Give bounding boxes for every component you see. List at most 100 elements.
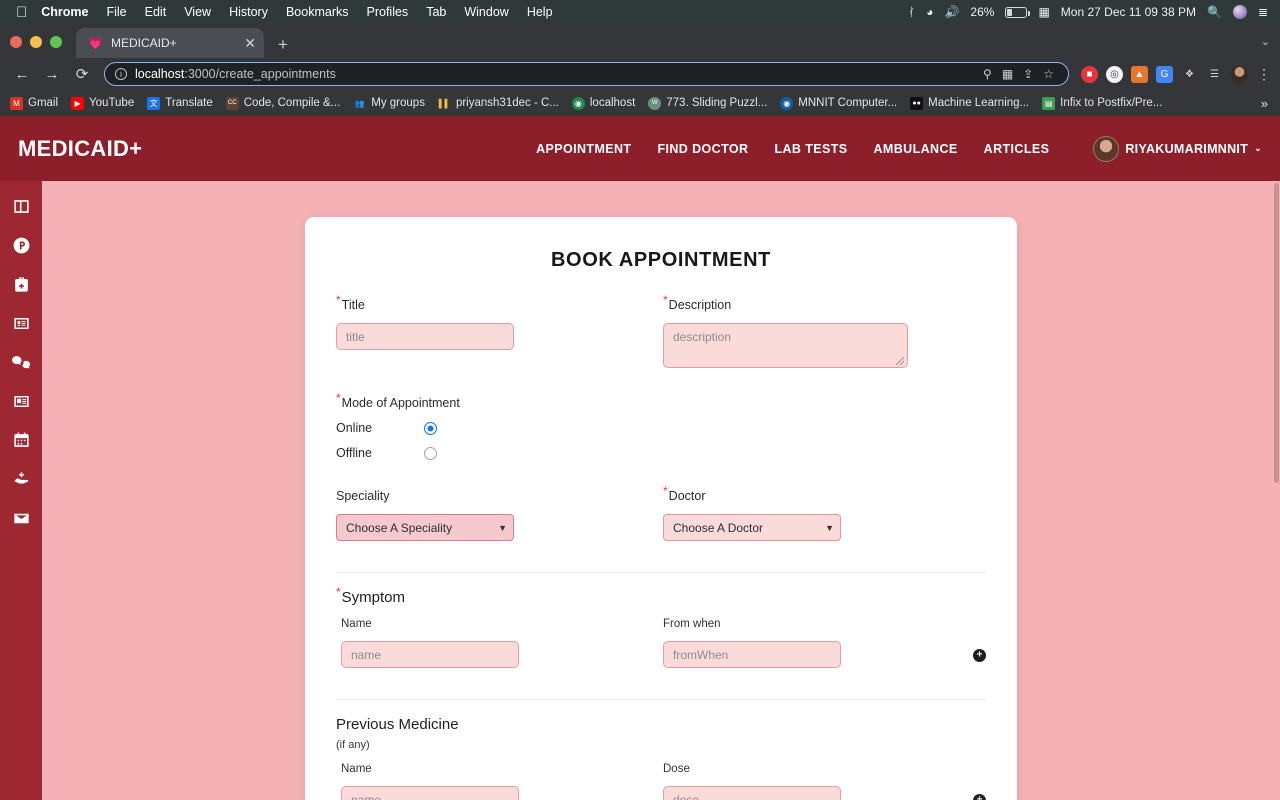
mode-option-online[interactable]: Online [336,421,986,435]
extension-playlist-icon[interactable]: ☰ [1206,65,1223,83]
book-appointment-card: BOOK APPOINTMENT *Title title *Descripti… [305,217,1017,800]
extension-puzzle-icon[interactable]: ❖ [1181,65,1198,83]
extension-target-icon[interactable]: ◎ [1106,65,1123,83]
radio-online[interactable] [424,421,437,435]
description-textarea[interactable]: description [663,323,908,368]
page-scrollbar[interactable] [1273,181,1280,800]
screen-capture-icon[interactable]: ▦ [1038,5,1049,19]
youtube-icon: ▶ [71,96,85,110]
nav-link-appointment[interactable]: APPOINTMENT [536,142,631,156]
apple-menu-icon[interactable]:  [16,5,27,20]
site-logo[interactable]: MEDICAID+ [18,136,142,162]
dashboard-columns-icon[interactable] [10,195,32,217]
news-article-icon[interactable] [10,390,32,412]
address-bar[interactable]: i localhost:3000/create_appointments ⚲ ▦… [104,62,1069,86]
volume-icon[interactable]: 🔊 [944,5,959,19]
medicine-dose-input[interactable]: dose [663,786,841,800]
nav-link-lab-tests[interactable]: LAB TESTS [774,142,847,156]
site-info-icon[interactable]: i [115,68,127,80]
menu-item-view[interactable]: View [184,5,211,19]
forward-button[interactable]: → [38,67,66,82]
wifi-icon[interactable]: ◕ [926,5,933,19]
mode-option-offline[interactable]: Offline [336,446,986,460]
minimize-window-button[interactable] [30,36,42,48]
bookmark-item[interactable]: ▶ YouTube [71,96,134,110]
symptom-heading: *Symptom [336,586,986,606]
bookmark-item[interactable]: ●● Machine Learning... [910,96,1029,110]
share-icon[interactable]: ⇪ [1023,67,1033,81]
menu-item-edit[interactable]: Edit [145,5,167,19]
medicine-name-input[interactable]: name [341,786,519,800]
radio-offline[interactable] [424,446,437,460]
new-tab-button[interactable]: + [278,36,288,53]
nav-link-articles[interactable]: ARTICLES [984,142,1050,156]
scrollbar-thumb[interactable] [1274,183,1279,483]
close-tab-button[interactable]: ✕ [244,36,256,50]
bookmark-item[interactable]: W 773. Sliding Puzzl... [648,96,767,110]
chrome-menu-button[interactable]: ⋮ [1256,66,1272,83]
close-window-button[interactable] [10,36,22,48]
extension-fox-icon[interactable]: ▲ [1131,65,1148,83]
bookmark-item[interactable]: 👥 My groups [353,96,425,110]
symptom-fromwhen-input[interactable]: fromWhen [663,641,841,668]
title-label-text: Title [341,298,365,312]
medical-bag-icon[interactable] [10,273,32,295]
profile-avatar-icon[interactable] [1231,65,1248,83]
menu-item-window[interactable]: Window [464,5,508,19]
bookmark-star-icon[interactable]: ☆ [1043,67,1054,81]
user-menu[interactable]: RIYAKUMARIMNNIT ⌄ [1093,135,1262,162]
menu-item-file[interactable]: File [106,5,126,19]
envelope-mail-icon[interactable] [10,507,32,529]
bookmark-item[interactable]: ▤ Infix to Postfix/Pre... [1042,96,1162,110]
speciality-select[interactable]: Choose A Speciality ▼ [336,514,514,541]
add-medicine-button[interactable]: + [973,794,986,800]
bookmark-item[interactable]: ▌▌ priyansh31dec - C... [437,96,559,110]
menu-item-tab[interactable]: Tab [426,5,446,19]
menu-item-history[interactable]: History [229,5,268,19]
reload-button[interactable]: ⟳ [68,67,96,82]
bluetooth-icon[interactable]: ᚰ [908,5,915,19]
nav-link-find-doctor[interactable]: FIND DOCTOR [657,142,748,156]
bookmark-item[interactable]: CC Code, Compile &... [225,96,340,110]
hand-plus-donate-icon[interactable] [10,468,32,490]
extension-gtranslate-icon[interactable]: G [1156,65,1173,83]
symptom-name-input[interactable]: name [341,641,519,668]
chat-bubbles-icon[interactable] [10,351,32,373]
maximize-window-button[interactable] [50,36,62,48]
offline-label: Offline [336,446,372,460]
symptom-name-label: Name [341,618,372,630]
translate-icon: 文 [147,96,161,110]
bookmark-item[interactable]: M Gmail [10,96,58,110]
nav-link-ambulance[interactable]: AMBULANCE [874,142,958,156]
browser-tab[interactable]: 💗 MEDICAID+ ✕ [76,28,264,58]
extension-red-icon[interactable]: ■ [1081,65,1098,83]
menu-bar-clock[interactable]: Mon 27 Dec 11 09 38 PM [1061,5,1196,19]
medicine-dose-group: Dose dose [663,763,918,800]
menu-item-help[interactable]: Help [527,5,553,19]
payment-icon[interactable]: ▦ [1002,67,1013,81]
search-omnibox-icon[interactable]: ⚲ [983,67,992,81]
id-card-icon[interactable] [10,312,32,334]
add-symptom-button[interactable]: + [973,649,986,662]
menu-item-profiles[interactable]: Profiles [367,5,409,19]
title-input[interactable]: title [336,323,514,350]
spotlight-search-icon[interactable]: 🔍 [1207,5,1222,19]
bookmark-item[interactable]: ◉ MNNIT Computer... [780,96,897,110]
bookmark-item[interactable]: ◉ localhost [571,96,635,110]
siri-icon[interactable] [1232,5,1247,19]
bookmarks-overflow-button[interactable]: » [1261,96,1270,111]
window-traffic-lights [10,36,62,58]
back-button[interactable]: ← [8,67,36,82]
gmail-icon: M [10,96,23,110]
menu-item-chrome[interactable]: Chrome [41,5,88,19]
calendar-icon[interactable] [10,429,32,451]
bookmark-item[interactable]: 文 Translate [147,96,213,110]
menu-item-bookmarks[interactable]: Bookmarks [286,5,349,19]
doctor-select[interactable]: Choose A Doctor ▼ [663,514,841,541]
tab-search-chevron-icon[interactable]: ⌄ [1261,35,1280,58]
required-asterisk: * [336,585,341,599]
control-center-icon[interactable]: ≣ [1258,5,1268,19]
previous-medicine-row: Name name Dose dose + [336,763,986,800]
pharmacy-p-icon[interactable] [10,234,32,256]
description-label-text: Description [668,298,732,312]
